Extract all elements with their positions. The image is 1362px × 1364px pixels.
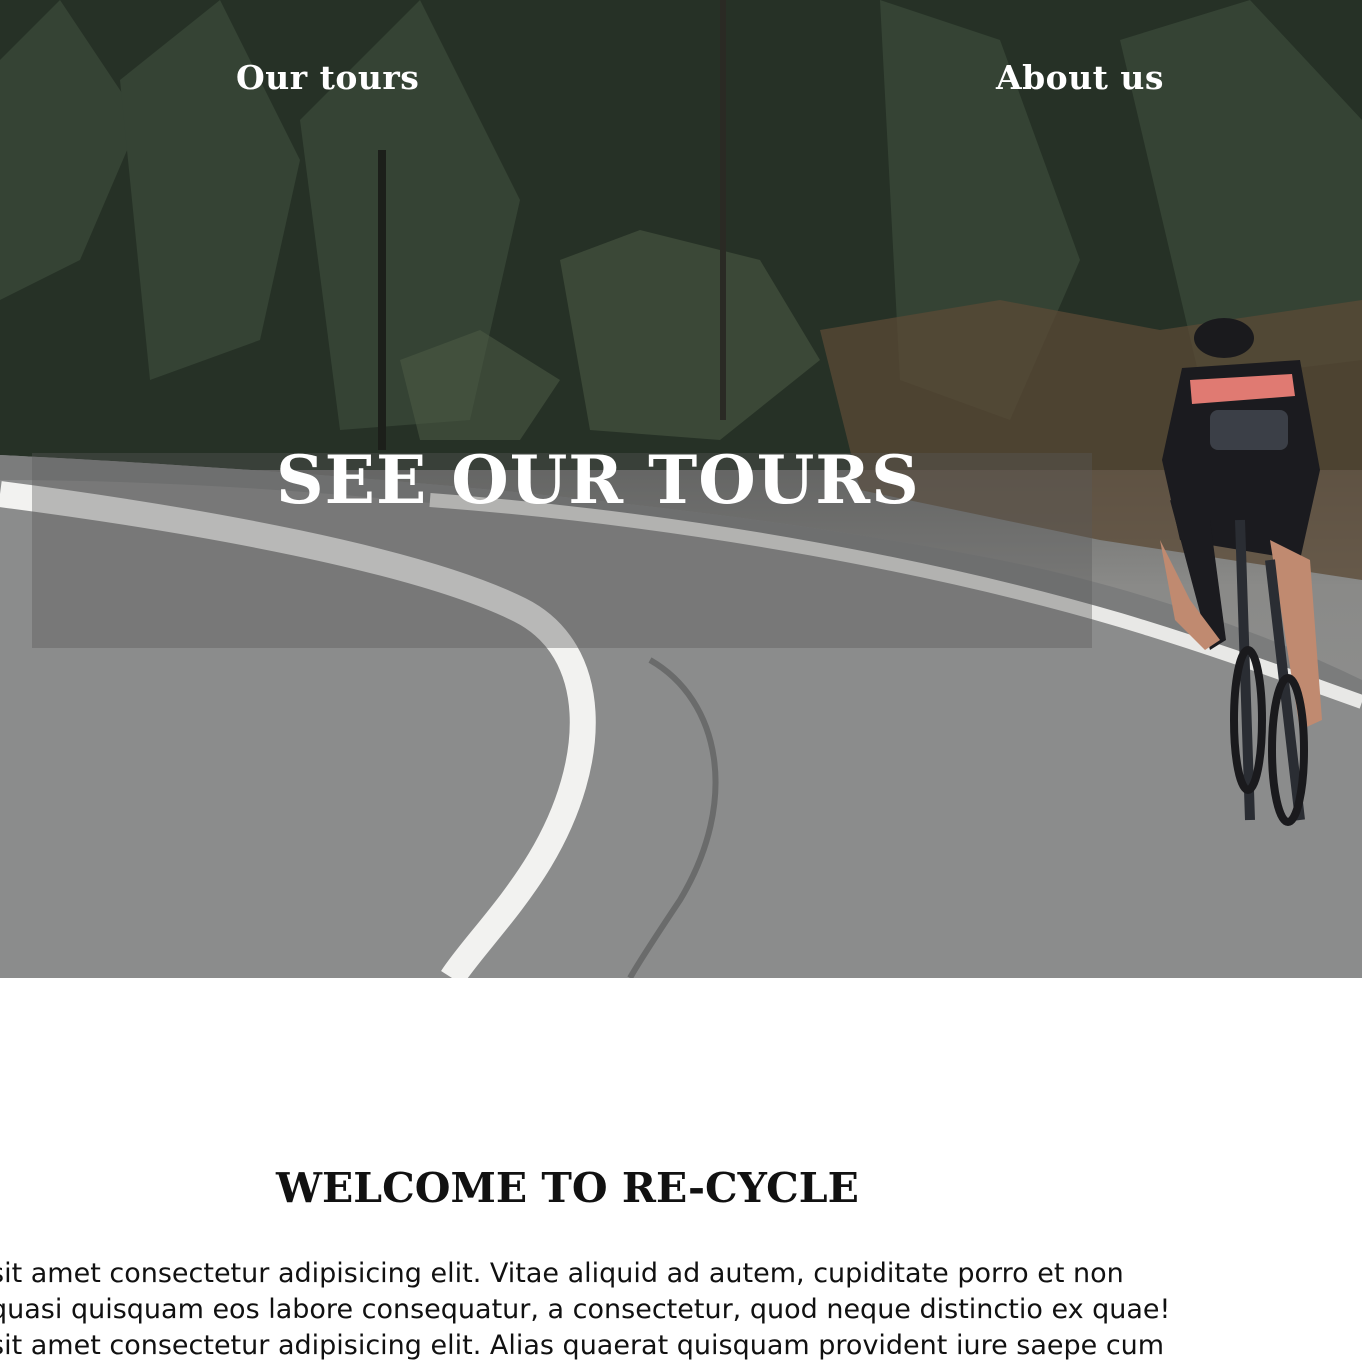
intro-line: sit amet consectetur adipisicing elit. V… xyxy=(0,1258,1124,1289)
see-our-tours-link[interactable]: SEE OUR TOURS xyxy=(276,440,920,520)
intro-paragraph: sit amet consectetur adipisicing elit. V… xyxy=(0,1256,1350,1364)
hero-section: Our tours About us SEE OUR TOURS xyxy=(0,0,1362,978)
nav-about-us-link[interactable]: About us xyxy=(996,58,1164,97)
nav-our-tours-link[interactable]: Our tours xyxy=(236,58,419,97)
intro-line: sit amet consectetur adipisicing elit. A… xyxy=(0,1330,1165,1361)
intro-line: quasi quisquam eos labore consequatur, a… xyxy=(0,1294,1171,1325)
welcome-heading: WELCOME TO RE-CYCLE xyxy=(276,1164,859,1212)
